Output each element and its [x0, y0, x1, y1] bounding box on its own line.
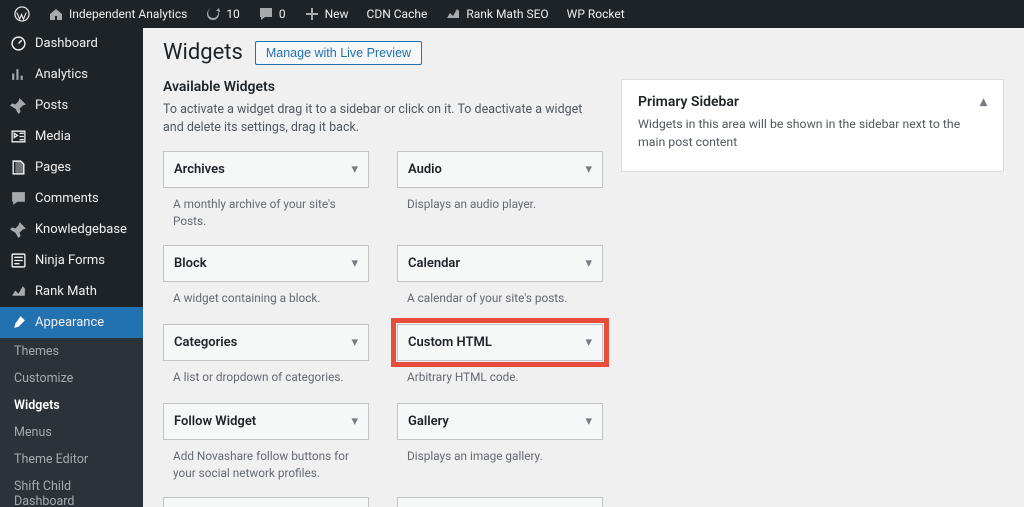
caret-down-icon: ▾ — [351, 256, 358, 271]
widget-archives[interactable]: Archives ▾ — [163, 151, 369, 188]
widget-title: Gallery — [408, 414, 449, 429]
widget-desc: A list or dropdown of categories. — [163, 361, 369, 397]
widget-desc: A monthly archive of your site's Posts. — [163, 188, 369, 239]
area-title: Primary Sidebar — [638, 94, 739, 110]
sidebar-item-posts[interactable]: Posts — [0, 90, 143, 121]
sidebar-item-label: Pages — [35, 160, 71, 175]
admin-toolbar: Independent Analytics 10 0 New CDN Cache… — [0, 0, 1024, 28]
sidebar-item-dashboard[interactable]: Dashboard — [0, 28, 143, 59]
sidebar-item-label: Media — [35, 129, 71, 144]
widget-title: Calendar — [408, 256, 460, 271]
comment-icon — [10, 190, 27, 207]
sidebar-item-knowledgebase[interactable]: Knowledgebase — [0, 214, 143, 245]
caret-down-icon: ▾ — [585, 162, 592, 177]
new-button[interactable]: New — [296, 0, 357, 28]
media-icon — [10, 128, 27, 145]
widget-audio[interactable]: Audio ▾ — [397, 151, 603, 188]
caret-down-icon: ▾ — [585, 256, 592, 271]
area-desc: Widgets in this area will be shown in th… — [638, 116, 987, 153]
sidebar-item-rank-math[interactable]: Rank Math — [0, 276, 143, 307]
widget-title: Follow Widget — [174, 414, 256, 429]
widget-title: Audio — [408, 162, 442, 177]
submenu-item-theme-editor[interactable]: Theme Editor — [0, 446, 143, 473]
sidebar-item-label: Analytics — [35, 67, 88, 82]
wp-logo[interactable] — [6, 0, 38, 28]
main-content: Widgets Manage with Live Preview Availab… — [143, 28, 1024, 507]
site-link[interactable]: Independent Analytics — [40, 0, 195, 28]
comments-button[interactable]: 0 — [250, 0, 294, 28]
widget-desc: Displays an image gallery. — [397, 440, 603, 476]
widget-block[interactable]: Block ▾ — [163, 245, 369, 282]
cdn-cache[interactable]: CDN Cache — [359, 0, 436, 28]
sidebar-item-appearance[interactable]: Appearance — [0, 307, 143, 338]
sidebar-item-label: Posts — [35, 98, 68, 113]
pin-icon — [10, 97, 27, 114]
widget-follow-widget[interactable]: Follow Widget ▾ — [163, 403, 369, 440]
sidebar-item-label: Comments — [35, 191, 99, 206]
live-preview-button[interactable]: Manage with Live Preview — [255, 41, 422, 65]
pages-icon — [10, 159, 27, 176]
sidebar-item-label: Knowledgebase — [35, 222, 127, 237]
widget-title: Block — [174, 256, 207, 271]
comments-count: 0 — [279, 7, 286, 21]
sidebar-item-label: Dashboard — [35, 36, 98, 51]
admin-sidebar: Dashboard Analytics Posts Media Pages Comment… — [0, 28, 143, 507]
available-widgets-desc: To activate a widget drag it to a sideba… — [163, 101, 603, 137]
caret-down-icon: ▾ — [351, 162, 358, 177]
sidebar-item-label: Rank Math — [35, 284, 97, 299]
widget-gallery[interactable]: Gallery ▾ — [397, 403, 603, 440]
widget-area[interactable]: Primary Sidebar ▴ Widgets in this area w… — [621, 79, 1004, 172]
widget-desc: Displays an audio player. — [397, 188, 603, 224]
caret-down-icon: ▾ — [351, 335, 358, 350]
submenu-item-shift-child-dashboard[interactable]: Shift Child Dashboard — [0, 473, 143, 507]
wprocket-menu[interactable]: WP Rocket — [559, 0, 633, 28]
submenu-item-menus[interactable]: Menus — [0, 419, 143, 446]
widget-custom-html[interactable]: Custom HTML ▾ — [397, 324, 603, 361]
caret-up-icon: ▴ — [980, 94, 987, 110]
caret-down-icon: ▾ — [351, 414, 358, 429]
sidebar-item-ninja-forms[interactable]: Ninja Forms — [0, 245, 143, 276]
sidebar-item-label: Ninja Forms — [35, 253, 105, 268]
rankmath-menu[interactable]: Rank Math SEO — [437, 0, 556, 28]
widget-desc: A calendar of your site's posts. — [397, 282, 603, 318]
widget-meta[interactable]: Meta▾ — [397, 497, 603, 507]
rank-icon — [10, 283, 27, 300]
form-icon — [10, 252, 27, 269]
site-name: Independent Analytics — [69, 7, 187, 21]
widget-title: Archives — [174, 162, 225, 177]
page-title: Widgets — [163, 40, 243, 65]
widget-desc: Add Novashare follow buttons for your so… — [163, 440, 369, 491]
widget-calendar[interactable]: Calendar ▾ — [397, 245, 603, 282]
widget-title: Custom HTML — [408, 335, 492, 350]
sidebar-item-analytics[interactable]: Analytics — [0, 59, 143, 90]
widget-desc: Arbitrary HTML code. — [397, 361, 603, 397]
refresh-count: 10 — [226, 7, 240, 21]
sidebar-item-pages[interactable]: Pages — [0, 152, 143, 183]
sidebar-item-comments[interactable]: Comments — [0, 183, 143, 214]
new-label: New — [325, 7, 349, 21]
sidebar-item-label: Appearance — [35, 315, 104, 330]
widget-title: Categories — [174, 335, 237, 350]
refresh-button[interactable]: 10 — [197, 0, 248, 28]
caret-down-icon: ▾ — [585, 335, 592, 350]
widget-image[interactable]: Image▾ — [163, 497, 369, 507]
chart-icon — [10, 66, 27, 83]
dash-icon — [10, 35, 27, 52]
widget-categories[interactable]: Categories ▾ — [163, 324, 369, 361]
brush-icon — [10, 314, 27, 331]
available-widgets-heading: Available Widgets — [163, 79, 603, 95]
pin-icon — [10, 221, 27, 238]
caret-down-icon: ▾ — [585, 414, 592, 429]
sidebar-item-media[interactable]: Media — [0, 121, 143, 152]
submenu-item-themes[interactable]: Themes — [0, 338, 143, 365]
submenu-item-customize[interactable]: Customize — [0, 365, 143, 392]
submenu-item-widgets[interactable]: Widgets — [0, 392, 143, 419]
widget-desc: A widget containing a block. — [163, 282, 369, 318]
